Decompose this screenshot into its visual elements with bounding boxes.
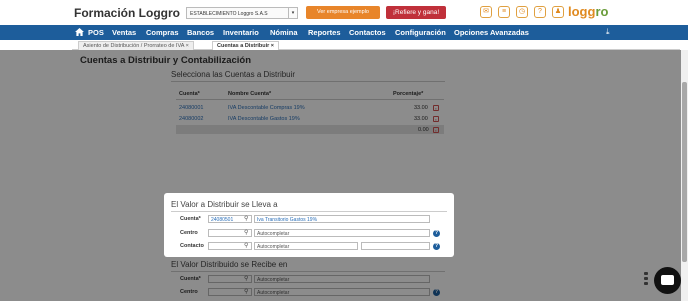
main-nav: POS Ventas Compras Bancos Inventario Nóm… <box>0 25 688 40</box>
tab-cuentas-distribuir[interactable]: Cuentas a Distribuir × <box>212 41 280 50</box>
demo-company-button[interactable]: Ver empresa ejemplo <box>306 6 380 19</box>
centro-label: Centro <box>180 230 198 236</box>
nav-item-configuracion[interactable]: Configuración <box>395 28 446 37</box>
nav-item-inventario[interactable]: Inventario <box>223 28 259 37</box>
scrollbar[interactable] <box>681 50 688 301</box>
refer-label: ¡Refiere y gana! <box>392 9 440 16</box>
loggro-logo: loggro <box>568 4 609 19</box>
user-icon[interactable]: ♟ <box>552 6 564 18</box>
close-icon[interactable]: × <box>186 43 189 49</box>
search-icon[interactable]: ⚲ <box>244 242 248 249</box>
centro-name-input[interactable]: Autocompletar <box>254 229 430 237</box>
cuenta-label: Cuenta* <box>180 216 201 222</box>
nav-item-reportes[interactable]: Reportes <box>308 28 341 37</box>
help-icon[interactable]: ? <box>433 230 440 237</box>
tab-asiento-distribucion[interactable]: Asiento de Distribución / Prorrateo de I… <box>78 41 194 50</box>
chat-icon[interactable]: ✉ <box>480 6 492 18</box>
download-icon[interactable]: ⤓ <box>606 27 610 37</box>
divider <box>171 211 447 212</box>
chevron-down-icon: ▾ <box>288 8 297 18</box>
help-icon[interactable]: ? <box>534 6 546 18</box>
refer-button[interactable]: ¡Refiere y gana! <box>386 6 446 19</box>
nav-item-compras[interactable]: Compras <box>146 28 179 37</box>
nav-item-opciones-avanzadas[interactable]: Opciones Avanzadas <box>454 28 529 37</box>
chat-button[interactable] <box>654 267 681 294</box>
contacto-label: Contacto <box>180 243 204 249</box>
tab-bar: Asiento de Distribución / Prorrateo de I… <box>72 41 680 50</box>
demo-company-label: Ver empresa ejemplo <box>317 9 369 15</box>
modal-backdrop[interactable] <box>0 50 688 301</box>
nav-item-nomina[interactable]: Nómina <box>270 28 298 37</box>
close-icon[interactable]: × <box>271 43 274 49</box>
search-icon[interactable]: ⚲ <box>244 215 248 222</box>
nav-item-bancos[interactable]: Bancos <box>187 28 214 37</box>
nav-item-contactos[interactable]: Contactos <box>349 28 386 37</box>
list-icon[interactable]: ≡ <box>498 6 510 18</box>
chat-bubble-icon <box>661 275 674 285</box>
clock-icon[interactable]: ◷ <box>516 6 528 18</box>
contacto-name-input[interactable]: Autocompletar <box>254 242 358 250</box>
company-selector-value: ESTABLECIMIENTO Loggro S.A.S <box>190 11 268 17</box>
cuenta-name-input[interactable]: Iva Transitorio Gastos 19% <box>254 215 430 223</box>
company-selector[interactable]: ESTABLECIMIENTO Loggro S.A.S ▾ <box>186 7 298 19</box>
contacto-extra-input[interactable] <box>361 242 430 250</box>
top-bar: Formación Loggro ESTABLECIMIENTO Loggro … <box>0 0 688 25</box>
help-icon[interactable]: ? <box>433 243 440 250</box>
nav-item-pos[interactable]: POS <box>88 28 104 37</box>
home-icon[interactable] <box>75 28 84 36</box>
modal-title: El Valor a Distribuir se Lleva a <box>171 200 278 209</box>
search-icon[interactable]: ⚲ <box>244 229 248 236</box>
distribution-modal: El Valor a Distribuir se Lleva a Cuenta*… <box>164 193 454 257</box>
tab-label: Cuentas a Distribuir <box>217 43 270 49</box>
tab-label: Asiento de Distribución / Prorrateo de I… <box>83 43 185 49</box>
drag-handle-icon[interactable] <box>644 272 649 290</box>
scrollbar-thumb[interactable] <box>682 82 687 262</box>
nav-item-ventas[interactable]: Ventas <box>112 28 136 37</box>
app-title: Formación Loggro <box>74 6 180 20</box>
